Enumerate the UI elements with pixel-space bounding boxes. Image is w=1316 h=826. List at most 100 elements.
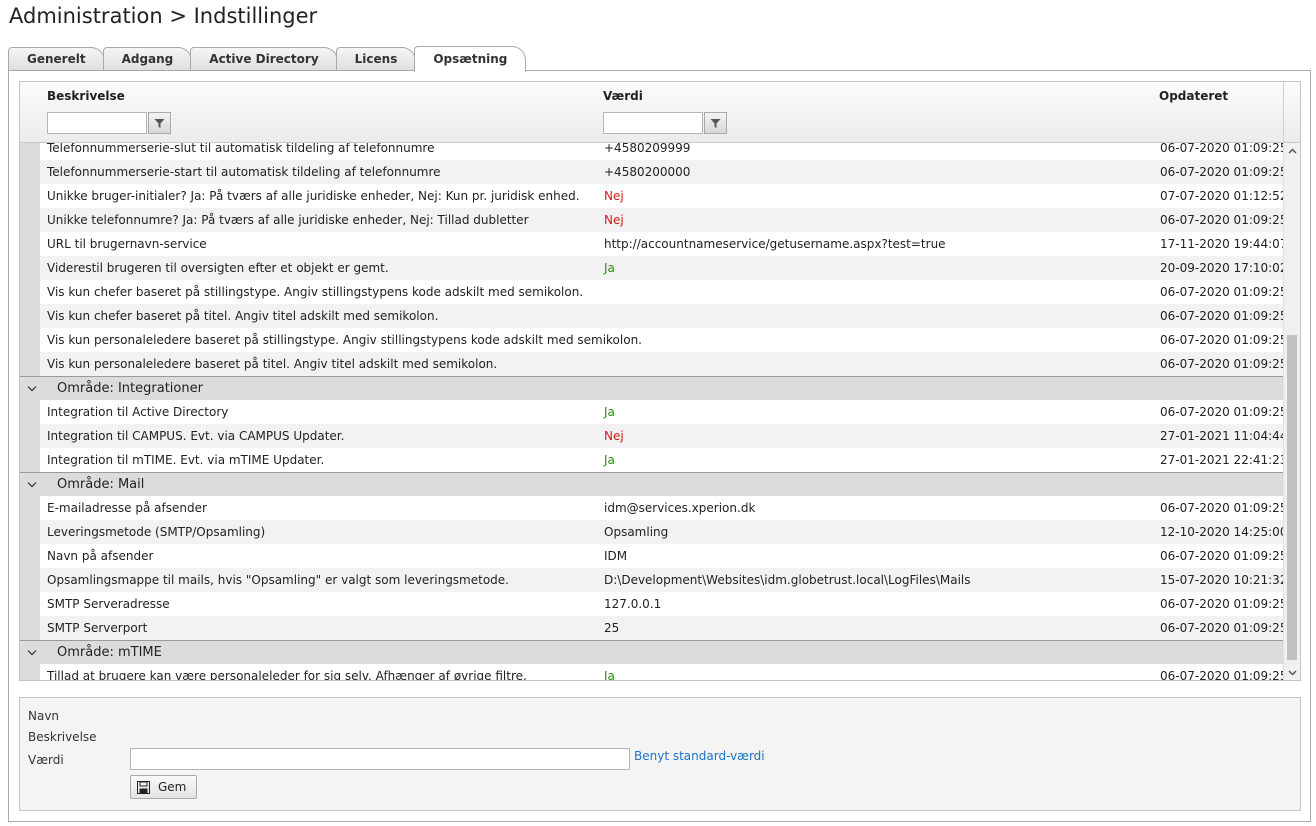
row-gutter: [20, 520, 40, 544]
vertical-scrollbar[interactable]: [1283, 143, 1300, 680]
cell-beskrivelse: Unikke bruger-initialer? Ja: På tværs af…: [47, 189, 580, 203]
chevron-down-icon: [27, 481, 37, 487]
edit-panel: Navn Beskrivelse Værdi Benyt standard-væ…: [19, 697, 1301, 811]
filter-icon: [154, 118, 165, 128]
cell-opdateret: 20-09-2020 17:10:02: [1160, 261, 1284, 275]
column-header-opdateret[interactable]: Opdateret: [1159, 89, 1228, 103]
cell-opdateret: 06-07-2020 01:09:25: [1160, 165, 1284, 179]
filter-input-vaerdi[interactable]: [603, 112, 703, 134]
row-gutter: [20, 544, 40, 568]
tab-generelt[interactable]: Generelt: [8, 47, 105, 71]
table-row[interactable]: Opsamlingsmappe til mails, hvis "Opsamli…: [20, 568, 1284, 592]
cell-beskrivelse: Integration til mTIME. Evt. via mTIME Up…: [47, 453, 325, 467]
row-gutter: [20, 256, 40, 280]
cell-beskrivelse: Viderestil brugeren til oversigten efter…: [47, 261, 389, 275]
row-gutter: [20, 568, 40, 592]
cell-vaerdi: idm@services.xperion.dk: [604, 501, 756, 515]
scroll-down-button[interactable]: [1284, 665, 1300, 680]
vaerdi-input[interactable]: [130, 748, 630, 770]
cell-beskrivelse: SMTP Serveradresse: [47, 597, 170, 611]
row-gutter: [20, 616, 40, 640]
column-header-beskrivelse[interactable]: Beskrivelse: [47, 89, 125, 103]
group-toggle[interactable]: [25, 377, 39, 399]
row-gutter: [20, 328, 40, 352]
navn-label: Navn: [28, 709, 60, 723]
cell-opdateret: 06-07-2020 01:09:25: [1160, 597, 1284, 611]
table-row[interactable]: SMTP Serverport 25 06-07-2020 01:09:25: [20, 616, 1284, 640]
scroll-up-button[interactable]: [1284, 143, 1300, 159]
cell-beskrivelse: SMTP Serverport: [47, 621, 148, 635]
save-button[interactable]: Gem: [130, 775, 197, 799]
table-row[interactable]: Vis kun chefer baseret på titel. Angiv t…: [20, 304, 1284, 328]
row-gutter: [20, 280, 40, 304]
table-row[interactable]: Telefonnummerserie-start til automatisk …: [20, 160, 1284, 184]
table-row[interactable]: Telefonnummerserie-slut til automatisk t…: [20, 143, 1284, 160]
cell-beskrivelse: E-mailadresse på afsender: [47, 501, 207, 515]
group-toggle[interactable]: [25, 641, 39, 663]
cell-beskrivelse: Navn på afsender: [47, 549, 154, 563]
grid-body: Telefonnummerserie-slut til automatisk t…: [20, 143, 1284, 680]
cell-beskrivelse: Leveringsmetode (SMTP/Opsamling): [47, 525, 266, 539]
tab-strip: Generelt Adgang Active Directory Licens …: [8, 46, 527, 72]
table-row[interactable]: Integration til CAMPUS. Evt. via CAMPUS …: [20, 424, 1284, 448]
table-row[interactable]: Vis kun chefer baseret på stillingstype.…: [20, 280, 1284, 304]
filter-icon: [710, 118, 721, 128]
tab-active-directory[interactable]: Active Directory: [190, 47, 338, 71]
table-row[interactable]: Integration til Active Directory Ja 06-07-…: [20, 400, 1284, 424]
table-row[interactable]: Navn på afsender IDM 06-07-2020 01:09:25: [20, 544, 1284, 568]
table-row[interactable]: Vis kun personaleledere baseret på still…: [20, 328, 1284, 352]
table-row[interactable]: Unikke telefonnumre? Ja: På tværs af all…: [20, 208, 1284, 232]
row-gutter: [20, 448, 40, 472]
table-row[interactable]: Viderestil brugeren til oversigten efter…: [20, 256, 1284, 280]
filter-input-beskrivelse[interactable]: [47, 112, 147, 134]
table-row[interactable]: URL til brugernavn-service http://account…: [20, 232, 1284, 256]
cell-vaerdi: Nej: [604, 429, 624, 443]
group-toggle[interactable]: [25, 473, 39, 495]
grid-rows: Telefonnummerserie-slut til automatisk t…: [20, 143, 1284, 680]
cell-opdateret: 06-07-2020 01:09:25: [1160, 549, 1284, 563]
tab-adgang[interactable]: Adgang: [102, 47, 193, 71]
tab-opsaetning[interactable]: Opsætning: [414, 46, 527, 72]
group-label: Område: mTIME: [57, 645, 162, 660]
table-row[interactable]: SMTP Serveradresse 127.0.0.1 06-07-2020 01…: [20, 592, 1284, 616]
cell-vaerdi: Ja: [604, 261, 615, 275]
table-row[interactable]: Integration til mTIME. Evt. via mTIME Up…: [20, 448, 1284, 472]
table-row[interactable]: Tillad at brugere kan være personalelede…: [20, 664, 1284, 680]
row-gutter: [20, 143, 40, 160]
cell-vaerdi: Ja: [604, 453, 615, 467]
table-row[interactable]: E-mailadresse på afsender idm@services.xp…: [20, 496, 1284, 520]
column-header-vaerdi[interactable]: Værdi: [603, 89, 643, 103]
group-label: Område: Mail: [57, 477, 145, 492]
scroll-down-icon: [1287, 670, 1297, 676]
cell-vaerdi: Ja: [604, 405, 615, 419]
cell-vaerdi: +4580209999: [604, 143, 691, 155]
filter-button-beskrivelse[interactable]: [148, 112, 171, 134]
table-row[interactable]: Unikke bruger-initialer? Ja: På tværs af…: [20, 184, 1284, 208]
row-gutter: [20, 160, 40, 184]
beskrivelse-label: Beskrivelse: [28, 730, 97, 744]
tab-licens[interactable]: Licens: [335, 47, 417, 71]
cell-beskrivelse: Integration til Active Directory: [47, 405, 229, 419]
use-default-value-link[interactable]: Benyt standard-værdi: [634, 749, 765, 763]
group-header[interactable]: Område: Mail: [20, 472, 1284, 496]
cell-beskrivelse: Opsamlingsmappe til mails, hvis "Opsamli…: [47, 573, 509, 587]
table-row[interactable]: Leveringsmetode (SMTP/Opsamling) Opsamlin…: [20, 520, 1284, 544]
row-gutter: [20, 664, 40, 680]
chevron-down-icon: [27, 385, 37, 391]
chevron-down-icon: [27, 649, 37, 655]
row-gutter: [20, 352, 40, 376]
filter-button-vaerdi[interactable]: [704, 112, 727, 134]
page-title: Administration > Indstillinger: [9, 4, 318, 28]
row-gutter: [20, 304, 40, 328]
group-header[interactable]: Område: mTIME: [20, 640, 1284, 664]
table-row[interactable]: Vis kun personaleledere baseret på titel…: [20, 352, 1284, 376]
cell-opdateret: 06-07-2020 01:09:25: [1160, 213, 1284, 227]
cell-opdateret: 06-07-2020 01:09:25: [1160, 143, 1284, 155]
cell-beskrivelse: Vis kun personaleledere baseret på still…: [47, 333, 642, 347]
scroll-thumb[interactable]: [1287, 335, 1297, 660]
cell-opdateret: 06-07-2020 01:09:25: [1160, 333, 1284, 347]
row-gutter: [20, 232, 40, 256]
group-label: Område: Integrationer: [57, 381, 203, 396]
cell-vaerdi: IDM: [604, 549, 628, 563]
group-header[interactable]: Område: Integrationer: [20, 376, 1284, 400]
